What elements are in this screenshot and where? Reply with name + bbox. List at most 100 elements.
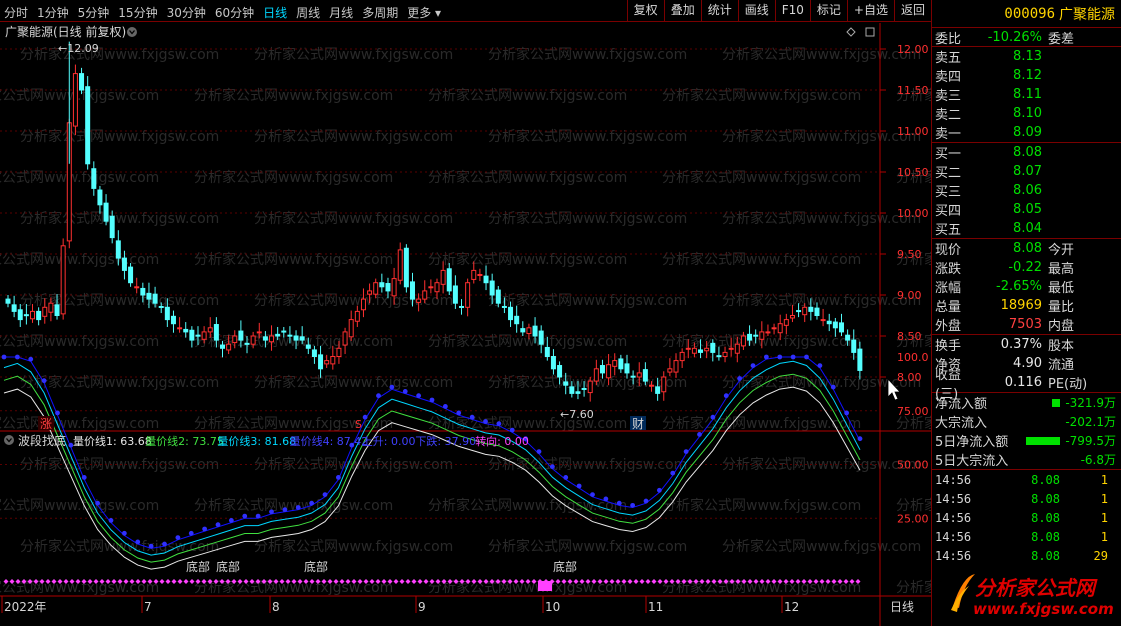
s-marker[interactable]: S [355, 418, 362, 431]
turn-dot [633, 579, 639, 584]
weibi-value: -10.26% [987, 29, 1042, 45]
tool-button-3[interactable]: 画线 [737, 0, 775, 22]
date-tick: 2022年 [4, 600, 47, 614]
tool-button-5[interactable]: 标记 [809, 0, 847, 22]
candle-body [655, 386, 661, 394]
chart-menu-icon[interactable] [127, 27, 137, 37]
fund-row: 收益(三) 0.116 PE(动) [932, 368, 1121, 402]
period-tab-10[interactable]: 更多 ▾ [407, 4, 441, 21]
candle-body [348, 319, 354, 338]
candle-body [446, 268, 452, 292]
period-tag[interactable]: 日线 [890, 600, 914, 614]
period-tab-8[interactable]: 月线 [329, 4, 353, 21]
ask-label: 卖四 [935, 70, 962, 85]
period-tab-7[interactable]: 周线 [296, 4, 320, 21]
indicator-dot [335, 475, 341, 480]
candle-body [403, 247, 409, 288]
period-tab-4[interactable]: 30分钟 [167, 4, 206, 21]
indicator-dot [269, 509, 274, 515]
indicator-dot [14, 354, 20, 360]
tick-row: 14:56 8.08 1 [932, 489, 1121, 508]
indicator-dot [389, 384, 395, 390]
flow-value: -6.8万 [1080, 453, 1116, 467]
candle-body [771, 327, 777, 330]
fund-row: 换手 0.37% 股本 [932, 335, 1121, 354]
candle-body [152, 293, 158, 304]
stat-label: 外盘 [935, 319, 962, 334]
watermark-text: 分析家公式网www.fxjgsw.com [194, 251, 393, 268]
flow-row: 5日大宗流入 -6.8万 [932, 450, 1121, 469]
indicator-dot [817, 363, 823, 368]
finance-marker[interactable]: 财 [632, 417, 644, 431]
candle-body [465, 282, 471, 308]
indicator-dot [737, 376, 743, 381]
flow-bar [1022, 418, 1060, 426]
watermark-text: 分析家公式网www.fxjgsw.com [428, 415, 627, 432]
bid-price: 8.08 [1013, 145, 1042, 160]
turn-dot [405, 579, 411, 584]
fund-label: 换手 [935, 339, 962, 354]
period-tab-3[interactable]: 15分钟 [118, 4, 157, 21]
limit-up-marker[interactable]: 涨 [40, 416, 52, 431]
stat-row: 涨幅 -2.65% 最低 [932, 277, 1121, 296]
indicator-menu-icon[interactable] [4, 435, 14, 445]
indicator-dot [656, 487, 662, 493]
indicator-dot [616, 500, 622, 506]
bid-row: 买一 8.08 [932, 143, 1121, 162]
flow-value: -202.1万 [1065, 415, 1116, 429]
date-axis: 2022年 7 8 9 10 11 12 [1, 596, 799, 614]
turn-signal [538, 581, 552, 591]
tick-time: 14:56 [935, 510, 972, 525]
date-tick: 11 [648, 600, 663, 614]
period-tab-6[interactable]: 日线 [263, 4, 287, 21]
candle-body [48, 302, 54, 313]
tool-button-0[interactable]: 复权 [626, 0, 664, 22]
ask-row: 卖三 8.11 [932, 85, 1121, 104]
indicator-dot [121, 530, 127, 536]
watermark-text: 分析家公式网www.fxjgsw.com [254, 46, 453, 63]
turn-dot [417, 579, 423, 584]
indicator-name: 波段找底 [18, 433, 66, 448]
tick-volume: 1 [1100, 529, 1108, 544]
price-tick: 11.00 [897, 125, 929, 138]
candle-body [679, 351, 685, 362]
window-icon[interactable] [865, 27, 875, 37]
candle-body [158, 305, 164, 308]
candle-body [115, 240, 121, 259]
tick-price: 8.08 [1031, 548, 1060, 563]
indicator-dot [483, 419, 488, 424]
fund-label-2: 流通 [1048, 358, 1075, 373]
diamond-icon[interactable] [846, 27, 856, 37]
ask-row: 卖一 8.09 [932, 123, 1121, 142]
period-tab-5[interactable]: 60分钟 [215, 4, 254, 21]
period-tab-9[interactable]: 多周期 [362, 4, 398, 21]
watermark-text: 分析家公式网www.fxjgsw.com [488, 456, 687, 473]
bottom-label: 底部 [553, 559, 577, 574]
candle-body [452, 285, 458, 304]
watermark-text: 分析家公式网www.fxjgsw.com [20, 456, 219, 473]
candle-body [287, 334, 293, 337]
period-tab-0[interactable]: 分时 [4, 4, 28, 21]
tool-button-6[interactable]: +自选 [846, 0, 894, 22]
period-tab-2[interactable]: 5分钟 [78, 4, 110, 21]
indicator-dot [710, 414, 716, 420]
candle-body [550, 356, 556, 370]
bid-price: 8.05 [1013, 202, 1042, 217]
candle-body [330, 356, 336, 365]
tool-button-7[interactable]: 返回 [893, 0, 931, 22]
tool-button-1[interactable]: 叠加 [663, 0, 701, 22]
tool-button-2[interactable]: 统计 [700, 0, 738, 22]
candle-body [128, 266, 134, 284]
indicator-label-6: 转向: 0.00 [475, 434, 529, 448]
kline-chart[interactable]: 分析家公式网www.fxjgsw.com 分析家公式网www.fxjgsw.com… [0, 23, 931, 626]
tool-button-4[interactable]: F10 [774, 0, 810, 22]
candle-body [667, 368, 673, 373]
candle-body [354, 310, 360, 322]
candle-body [759, 331, 765, 340]
indicator-dot [55, 410, 60, 416]
period-tab-1[interactable]: 1分钟 [37, 4, 69, 21]
ask-label: 卖五 [935, 51, 962, 66]
flow-row: 大宗流入 -202.1万 [932, 412, 1121, 431]
watermark-text: 分析家公式网www.fxjgsw.com [428, 87, 627, 104]
price-axis: 12.00 11.50 11.00 10.50 10.00 9.50 9.00 8.50 8.0… [880, 43, 929, 525]
